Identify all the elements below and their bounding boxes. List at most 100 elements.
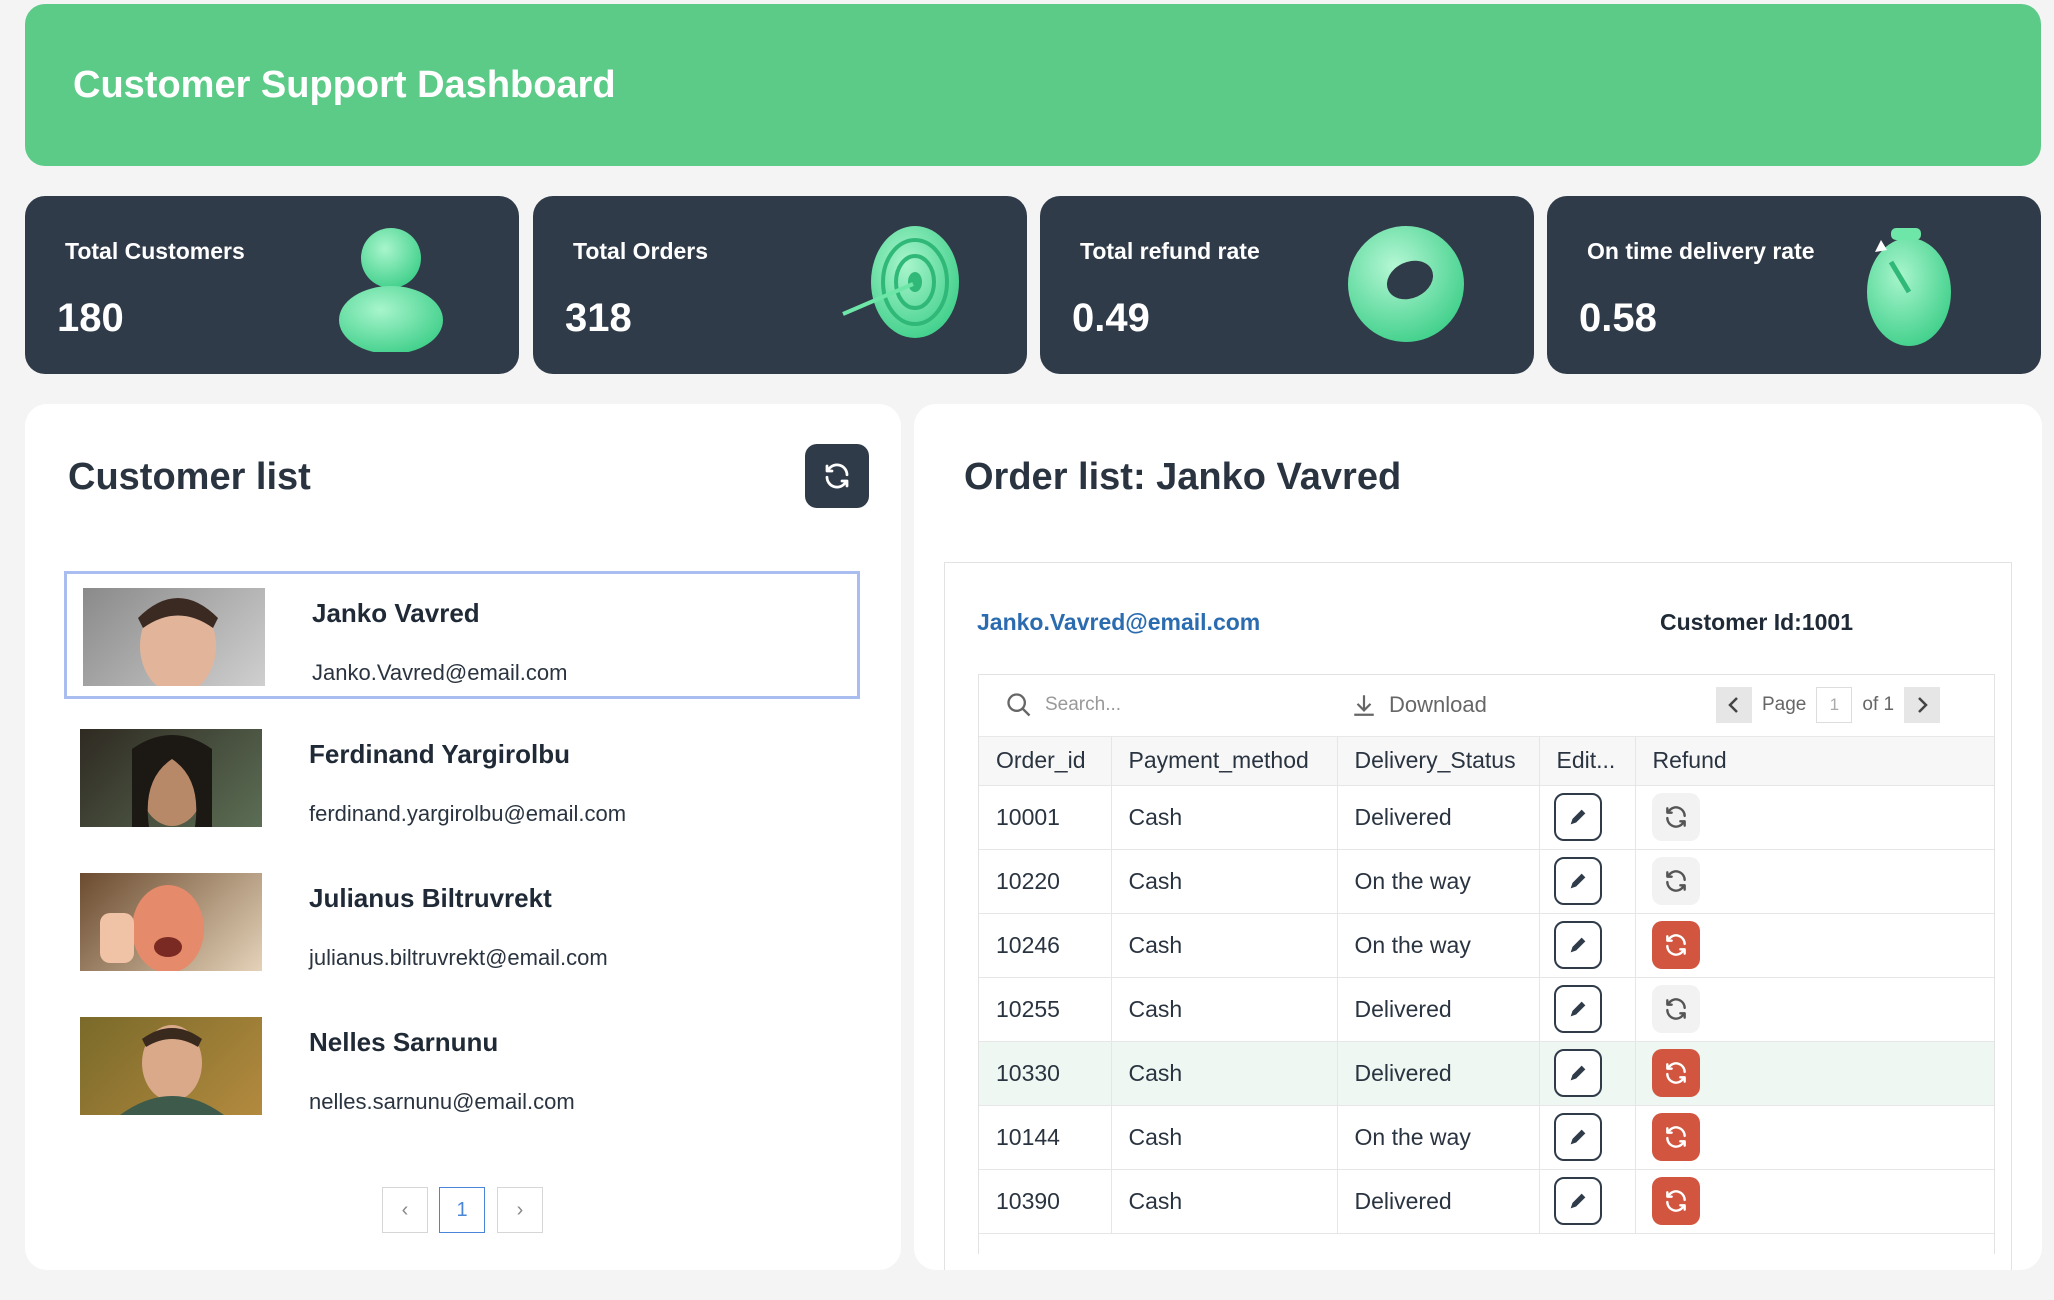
chevron-right-icon (1918, 697, 1928, 713)
delivery-status-cell: Delivered (1337, 785, 1540, 850)
search-input[interactable]: Search... (1005, 691, 1121, 719)
stat-card-delivery: On time delivery rate 0.58 (1547, 196, 2041, 374)
person-icon (339, 228, 443, 352)
page-number-input[interactable]: 1 (1816, 687, 1853, 723)
refund-button[interactable] (1651, 793, 1700, 841)
refund-cell (1635, 1105, 1994, 1170)
pencil-icon (1570, 809, 1585, 825)
customer-list-title: Customer list (68, 456, 311, 498)
stat-label: Total Customers (65, 238, 245, 264)
stat-label: On time delivery rate (1587, 238, 1815, 264)
customer-email: ferdinand.yargirolbu@email.com (309, 801, 627, 826)
order-id-cell: 10144 (979, 1105, 1112, 1170)
edit-button[interactable] (1553, 1113, 1602, 1161)
avatar (80, 873, 262, 971)
pencil-icon (1570, 873, 1585, 889)
column-header-delivery[interactable]: Delivery_Status (1337, 737, 1540, 786)
refund-button[interactable] (1651, 921, 1700, 969)
pagination-next-button[interactable]: › (497, 1187, 543, 1233)
customer-id: Customer Id:1001 (1660, 609, 1854, 635)
table-row[interactable]: 10220 Cash On the way (979, 849, 1994, 914)
stopwatch-icon (1867, 228, 1951, 346)
edit-button[interactable] (1553, 1049, 1602, 1097)
table-row[interactable]: 10144 Cash On the way (979, 1105, 1994, 1170)
pencil-icon (1570, 1193, 1585, 1209)
delivery-status-cell: Delivered (1337, 977, 1540, 1042)
avatar (80, 729, 262, 827)
payment-method-cell: Cash (1111, 1169, 1338, 1234)
stat-label: Total refund rate (1080, 238, 1260, 264)
customer-item[interactable]: Julianus Biltruvrekt julianus.biltruvrek… (64, 859, 860, 987)
column-header-order-id[interactable]: Order_id (979, 737, 1112, 786)
order-id-cell: 10246 (979, 913, 1112, 978)
customer-item[interactable]: Ferdinand Yargirolbu ferdinand.yargirolb… (64, 715, 860, 843)
chevron-left-icon (1728, 697, 1738, 713)
pagination-prev-button[interactable]: ‹ (382, 1187, 428, 1233)
grid-toolbar: Search... Download Page 1 of 1 (979, 675, 1994, 737)
order-detail-box: Janko.Vavred@email.com Customer Id:1001 … (944, 562, 2012, 1270)
customer-email-link[interactable]: Janko.Vavred@email.com (977, 609, 1260, 636)
customer-email: nelles.sarnunu@email.com (309, 1089, 575, 1114)
edit-button[interactable] (1553, 1177, 1602, 1225)
refund-cell (1635, 913, 1994, 978)
table-row[interactable]: 10390 Cash Delivered (979, 1169, 1994, 1234)
page-total: of 1 (1862, 694, 1895, 715)
page-label: Page (1762, 694, 1807, 715)
refresh-icon (1665, 806, 1686, 828)
stat-card-refund: Total refund rate 0.49 (1040, 196, 1534, 374)
column-header-edit[interactable]: Edit... (1539, 737, 1636, 786)
stat-value: 180 (57, 296, 124, 340)
target-icon (842, 226, 959, 338)
pencil-icon (1570, 1065, 1585, 1081)
table-row[interactable]: 10001 Cash Delivered (979, 785, 1994, 850)
edit-button[interactable] (1553, 985, 1602, 1033)
delivery-status-cell: Delivered (1337, 1169, 1540, 1234)
column-header-payment[interactable]: Payment_method (1111, 737, 1338, 786)
customer-name: Nelles Sarnunu (309, 1027, 499, 1057)
table-row[interactable]: 10330 Cash Delivered (979, 1041, 1994, 1106)
pagination-page-1[interactable]: 1 (439, 1187, 485, 1233)
order-id-cell: 10390 (979, 1169, 1112, 1234)
refund-cell (1635, 1169, 1994, 1234)
refund-button[interactable] (1651, 1177, 1700, 1225)
refund-button[interactable] (1651, 1049, 1700, 1097)
orders-table: Order_id Payment_method Delivery_Status … (979, 737, 1994, 1234)
payment-method-cell: Cash (1111, 977, 1338, 1042)
table-row[interactable]: 10246 Cash On the way (979, 913, 1994, 978)
payment-method-cell: Cash (1111, 913, 1338, 978)
refund-cell (1635, 1041, 1994, 1106)
order-id-cell: 10001 (979, 785, 1112, 850)
payment-method-cell: Cash (1111, 1041, 1338, 1106)
refresh-icon (1665, 1126, 1686, 1148)
customer-name: Julianus Biltruvrekt (309, 883, 552, 913)
refresh-icon (825, 463, 849, 489)
prev-page-button[interactable] (1716, 687, 1752, 723)
pencil-icon (1570, 1001, 1585, 1017)
table-row[interactable]: 10255 Cash Delivered (979, 977, 1994, 1042)
download-button[interactable]: Download (1351, 691, 1487, 719)
next-page-button[interactable] (1904, 687, 1941, 723)
column-header-refund[interactable]: Refund (1635, 737, 1994, 786)
edit-cell (1539, 785, 1636, 850)
grid-pagination: Page 1 of 1 (1716, 687, 1941, 723)
avatar (80, 1017, 262, 1115)
delivery-status-cell: Delivered (1337, 1041, 1540, 1106)
refund-button[interactable] (1651, 1113, 1700, 1161)
edit-button[interactable] (1553, 793, 1602, 841)
refresh-icon (1665, 934, 1686, 956)
stat-card-customers: Total Customers 180 (25, 196, 519, 374)
edit-button[interactable] (1553, 857, 1602, 905)
refund-button[interactable] (1651, 857, 1700, 905)
edit-cell (1539, 1041, 1636, 1106)
payment-method-cell: Cash (1111, 849, 1338, 914)
customer-item[interactable]: Nelles Sarnunu nelles.sarnunu@email.com (64, 1003, 860, 1131)
refresh-button[interactable] (805, 444, 869, 508)
stat-value: 0.49 (1072, 296, 1150, 340)
customer-email: julianus.biltruvrekt@email.com (309, 945, 608, 970)
search-icon (1007, 693, 1031, 717)
refund-button[interactable] (1651, 985, 1700, 1033)
search-placeholder: Search... (1045, 694, 1122, 715)
customer-item[interactable]: Janko Vavred Janko.Vavred@email.com (64, 571, 860, 699)
edit-button[interactable] (1553, 921, 1602, 969)
customer-name: Ferdinand Yargirolbu (309, 739, 571, 769)
